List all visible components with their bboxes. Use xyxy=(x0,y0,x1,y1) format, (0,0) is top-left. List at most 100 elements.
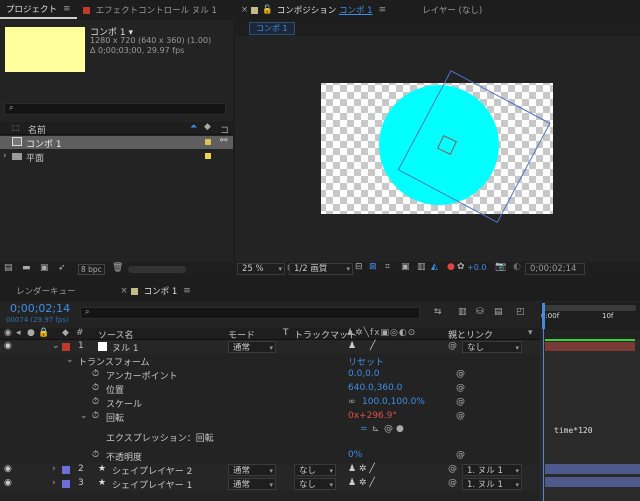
switches-icons[interactable]: ♟✲╲fx▣◎◐⊙ xyxy=(346,328,416,338)
graph-editor-icon[interactable]: ◰ xyxy=(516,307,525,317)
eye-icon[interactable]: ◉ xyxy=(4,464,12,474)
chevron-right-icon[interactable]: › xyxy=(3,151,7,161)
transform-group[interactable]: ⌄ トランスフォーム リセット xyxy=(0,354,540,368)
chevron-down-icon[interactable]: ▾ xyxy=(528,328,533,338)
render-icon[interactable]: ➶ xyxy=(58,263,66,273)
project-item-comp[interactable]: コンポ 1 ⚯ xyxy=(0,136,233,150)
constrain-proportions-icon[interactable]: ∞ xyxy=(348,397,356,407)
exposure-value[interactable]: +0.0 xyxy=(467,263,486,272)
lock-column-icon[interactable]: 🔒 xyxy=(38,328,49,338)
pickwhip-icon[interactable]: @ xyxy=(448,478,457,488)
current-time-display[interactable]: 0;00;02;14 xyxy=(10,302,70,315)
comp-mini-flowchart-icon[interactable]: ⇆ xyxy=(434,307,442,317)
frame-blending-icon[interactable]: ▤ xyxy=(494,307,503,317)
tab-layer[interactable]: レイヤー (なし) xyxy=(416,0,488,20)
chevron-down-icon[interactable]: ⌄ xyxy=(66,355,74,365)
layer-row-null[interactable]: ◉ ⌄ 1 ヌル 1 通常 ▾ ♟ ╱ @ なし ▾ xyxy=(0,340,540,354)
playhead-marker[interactable] xyxy=(542,303,545,329)
shy-icon[interactable]: ⛁ xyxy=(476,307,484,317)
trackmatte-dropdown[interactable]: なし ▾ xyxy=(294,464,336,476)
reset-link[interactable]: リセット xyxy=(348,355,384,368)
quality-switch-icon[interactable]: ╱ xyxy=(370,341,375,351)
layer-label-swatch[interactable] xyxy=(62,343,70,351)
time-ruler[interactable]: 0:00f 10f xyxy=(540,303,640,329)
tab-timeline-comp[interactable]: コンポ 1 ≡ xyxy=(130,281,197,301)
color-manage-icon[interactable]: ✿ xyxy=(457,262,465,272)
property-scale[interactable]: ⏱ スケール ∞ 100.0,100.0% @ xyxy=(0,396,540,410)
shape-switches-icons[interactable]: ♟ ✲ ╱ xyxy=(348,478,375,488)
chevron-right-icon[interactable]: › xyxy=(52,464,56,474)
track-bar-shape-2[interactable] xyxy=(545,464,640,474)
breadcrumb-comp[interactable]: コンポ 1 xyxy=(249,22,295,35)
mode-dropdown[interactable]: 通常 ▾ xyxy=(228,478,276,490)
new-comp-icon[interactable]: ▣ xyxy=(40,263,49,273)
menu-icon[interactable]: ≡ xyxy=(183,286,191,296)
color-channel-icon[interactable]: ● xyxy=(447,262,455,272)
project-item-folder[interactable]: › 平面 xyxy=(0,150,233,164)
search-input[interactable]: ⌕ xyxy=(4,103,226,115)
snapshot-icon[interactable]: 📷 xyxy=(495,262,506,272)
region-of-interest-icon[interactable]: ⊟ xyxy=(355,262,363,272)
lock-icon[interactable]: 🔓 xyxy=(262,5,273,15)
viewer-canvas[interactable] xyxy=(235,36,640,258)
show-snapshot-icon[interactable]: ◐ xyxy=(513,262,521,272)
pickwhip-icon[interactable]: @ xyxy=(456,397,465,407)
pickwhip-icon[interactable]: @ xyxy=(456,383,465,393)
shape-switches-icons[interactable]: ♟ ✲ ╱ xyxy=(348,464,375,474)
tab-composition[interactable]: 🔓 コンポジション コンポ 1 ≡ xyxy=(251,0,392,20)
tab-effect-controls[interactable]: エフェクトコントロール ヌル 1 xyxy=(77,0,223,20)
zoom-dropdown[interactable]: 25 % ▾ xyxy=(237,263,285,275)
trash-icon[interactable]: 🗑 xyxy=(112,263,123,273)
tab-render-queue[interactable]: レンダーキュー xyxy=(0,281,82,301)
stopwatch-icon[interactable]: ⏱ xyxy=(92,411,99,421)
mask-icon[interactable]: ▣ xyxy=(401,262,410,272)
video-switch-icon[interactable]: ◉ xyxy=(4,328,12,338)
track-bar-shape-1[interactable] xyxy=(545,477,640,487)
grid-icon[interactable]: ⌗ xyxy=(385,262,390,272)
menu-icon[interactable]: ≡ xyxy=(379,5,387,15)
expression-row[interactable]: エクスプレッション：回転 xyxy=(0,430,540,444)
solo-icon[interactable]: ● xyxy=(27,328,35,338)
chevron-down-icon[interactable]: ⌄ xyxy=(52,341,60,351)
flowchart-icon[interactable]: ⚯ xyxy=(220,136,228,146)
new-folder-icon[interactable]: ▬ xyxy=(22,263,31,273)
current-time-field[interactable]: 0;00;02;14 xyxy=(525,263,585,275)
stopwatch-icon[interactable]: ⏱ xyxy=(92,383,99,393)
pickwhip-icon[interactable]: @ xyxy=(448,341,457,351)
parent-dropdown[interactable]: なし ▾ xyxy=(462,341,522,353)
3d-view-icon[interactable]: ◭ xyxy=(431,262,438,272)
layer-label-swatch[interactable] xyxy=(62,480,70,488)
audio-switch-icon[interactable]: ◂ xyxy=(16,328,21,338)
guides-icon[interactable]: ▥ xyxy=(417,262,426,272)
mode-dropdown[interactable]: 通常 ▾ xyxy=(228,341,276,353)
eye-icon[interactable]: ◉ xyxy=(4,341,12,351)
property-position[interactable]: ⏱ 位置 640.0,360.0 @ xyxy=(0,382,540,396)
pickwhip-icon[interactable]: @ xyxy=(456,450,465,460)
label-column-icon[interactable]: ◆ xyxy=(62,328,69,338)
menu-icon[interactable]: ≡ xyxy=(63,4,71,14)
pickwhip-icon[interactable]: @ xyxy=(456,411,465,421)
parent-dropdown[interactable]: 1. ヌル 1 ▾ xyxy=(462,464,522,476)
stopwatch-icon[interactable]: ⏱ xyxy=(92,450,99,460)
tag-icon[interactable]: ◆ xyxy=(204,122,211,132)
quality-dropdown[interactable]: 1/2 画質 ▾ xyxy=(289,263,353,275)
stopwatch-icon[interactable]: ⏱ xyxy=(92,397,99,407)
column-t[interactable]: T xyxy=(283,328,289,338)
sort-icon[interactable]: ⏶ xyxy=(190,122,197,132)
column-name[interactable]: 名前 xyxy=(28,123,46,136)
eye-icon[interactable]: ◉ xyxy=(4,478,12,488)
close-icon[interactable]: × xyxy=(118,281,131,301)
property-rotation[interactable]: ⌄ ⏱ 回転 0x+296.9° @ xyxy=(0,410,540,424)
shy-switch-icon[interactable]: ♟ xyxy=(348,341,356,351)
work-area-bar[interactable] xyxy=(542,305,636,311)
layer-row-shape-1[interactable]: ◉ › 3 ★ シェイプレイヤー 1 通常 ▾ なし ▾ ♟ ✲ ╱ @ 1. ヌル… xyxy=(0,477,540,491)
mode-dropdown[interactable]: 通常 ▾ xyxy=(228,464,276,476)
layer-row-shape-2[interactable]: ◉ › 2 ★ シェイプレイヤー 2 通常 ▾ なし ▾ ♟ ✲ ╱ @ 1. ヌル… xyxy=(0,463,540,477)
chevron-right-icon[interactable]: › xyxy=(52,478,56,488)
tab-project[interactable]: プロジェクト ≡ xyxy=(0,1,77,19)
parent-dropdown[interactable]: 1. ヌル 1 ▾ xyxy=(462,478,522,490)
pickwhip-icon[interactable]: @ xyxy=(456,369,465,379)
column-type[interactable]: コ xyxy=(220,123,229,136)
bpc-toggle[interactable]: 8 bpc xyxy=(78,264,105,275)
trackmatte-dropdown[interactable]: なし ▾ xyxy=(294,478,336,490)
